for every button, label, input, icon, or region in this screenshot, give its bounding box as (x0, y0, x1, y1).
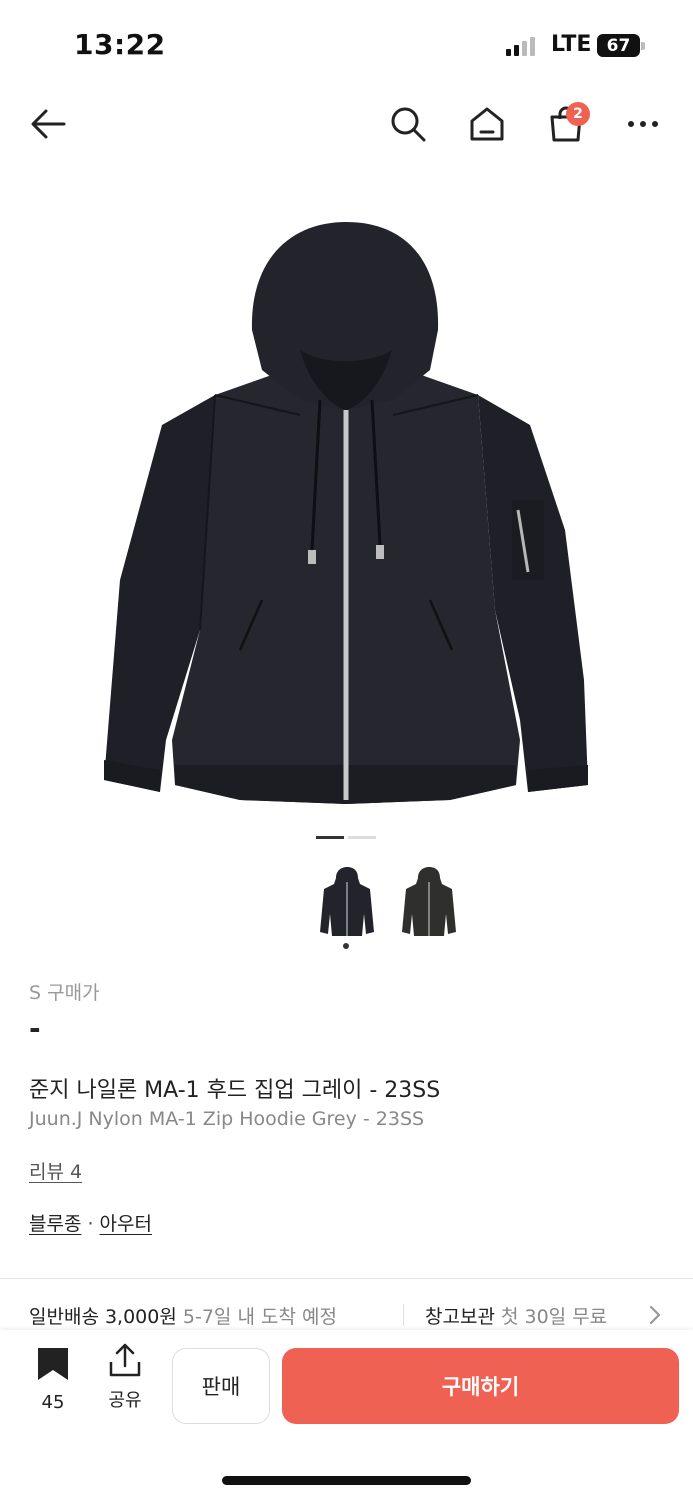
cart-button[interactable]: 2 (542, 100, 590, 148)
category-link-blouson[interactable]: 블루종 (29, 1213, 81, 1235)
chevron-right-icon (648, 1304, 662, 1331)
size-price-label: S 구매가 (29, 982, 100, 1004)
standard-shipping: 일반배송 3,000원 5-7일 내 도착 예정 (29, 1302, 337, 1329)
category-link-outer[interactable]: 아우터 (100, 1213, 152, 1235)
back-button[interactable] (24, 100, 72, 148)
share-label: 공유 (108, 1390, 142, 1411)
product-name-korean: 준지 나일론 MA-1 후드 집업 그레이 - 23SS (29, 1078, 441, 1103)
hoodie-thumbnail-black (320, 867, 374, 936)
category-separator: · (87, 1213, 94, 1235)
bookmark-button[interactable]: 45 (22, 1346, 84, 1413)
battery-icon: 67 (597, 34, 640, 57)
share-icon (109, 1343, 141, 1377)
more-dots-icon (628, 121, 658, 127)
home-indicator[interactable] (222, 1476, 471, 1485)
status-time: 13:22 (74, 28, 166, 61)
top-nav: 2 (0, 90, 693, 160)
bookmark-count: 45 (41, 1392, 65, 1413)
review-link[interactable]: 리뷰 4 (29, 1157, 82, 1184)
gallery-indicator-active (316, 836, 344, 839)
buy-button[interactable]: 구매하기 (282, 1348, 679, 1424)
search-icon (391, 107, 426, 142)
gallery-indicator-inactive (348, 836, 376, 839)
share-button[interactable]: 공유 (94, 1342, 156, 1412)
search-button[interactable] (384, 100, 432, 148)
battery-level: 67 (606, 35, 631, 56)
shipping-eta: 5-7일 내 도착 예정 (182, 1306, 337, 1328)
product-image[interactable] (0, 200, 693, 810)
bottom-action-bar: 45 공유 판매 구매하기 (0, 1330, 693, 1440)
hoodie-jacket-image (104, 222, 588, 804)
category-breadcrumb: 블루종 · 아우터 (29, 1209, 152, 1236)
signal-icon (506, 36, 535, 56)
hoodie-thumbnail-grey (402, 867, 456, 936)
home-icon (470, 107, 504, 141)
cart-count-badge: 2 (566, 102, 590, 126)
home-button[interactable] (463, 100, 511, 148)
section-divider (0, 1278, 693, 1279)
network-type: LTE (551, 32, 592, 57)
purchase-price: - (29, 1012, 41, 1045)
sell-button[interactable]: 판매 (172, 1348, 270, 1424)
storage-note: 첫 30일 무료 (500, 1306, 608, 1328)
shipping-fee: 일반배송 3,000원 (29, 1306, 177, 1328)
warehouse-storage-link[interactable]: 창고보관 첫 30일 무료 (425, 1302, 607, 1329)
storage-label: 창고보관 (425, 1306, 495, 1328)
more-button[interactable] (619, 100, 667, 148)
shipping-separator (403, 1304, 404, 1326)
bookmark-icon (38, 1348, 68, 1380)
product-name-english: Juun.J Nylon MA-1 Zip Hoodie Grey - 23SS (29, 1108, 425, 1130)
thumbnail-grey[interactable] (398, 864, 460, 936)
battery-tip (641, 42, 645, 50)
thumbnail-black[interactable] (316, 864, 378, 936)
status-bar: 13:22 LTE 67 (0, 0, 693, 90)
color-thumbnails (0, 860, 693, 950)
selected-thumbnail-dot (343, 943, 349, 949)
back-arrow-icon (31, 109, 66, 139)
